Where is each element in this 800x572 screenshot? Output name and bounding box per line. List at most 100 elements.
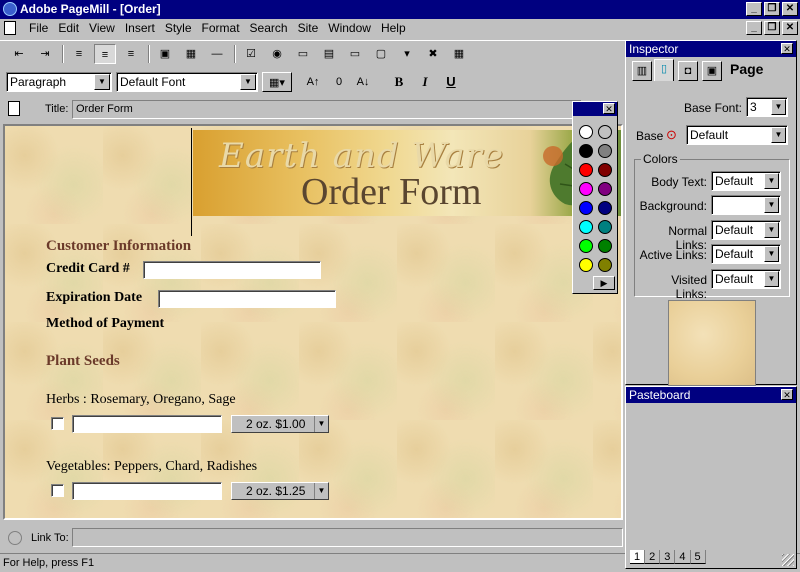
menu-view[interactable]: View xyxy=(84,19,120,38)
menu-edit[interactable]: Edit xyxy=(53,19,84,38)
chevron-down-icon[interactable]: ▼ xyxy=(240,74,256,90)
chevron-down-icon[interactable]: ▼ xyxy=(764,173,779,189)
horizontal-rule-icon[interactable]: — xyxy=(206,44,228,64)
indent-left-icon[interactable]: ⇤ xyxy=(8,44,30,64)
color-swatch[interactable] xyxy=(579,125,593,139)
increase-font-size-icon[interactable]: A↑ xyxy=(302,72,324,92)
document-icon[interactable] xyxy=(4,21,16,35)
palette-close-button[interactable]: ✕ xyxy=(603,103,615,114)
pasteboard-tab-2[interactable]: 2 xyxy=(645,550,661,564)
pasteboard-tab-1[interactable]: 1 xyxy=(630,550,646,564)
color-swatch[interactable] xyxy=(598,182,612,196)
color-swatch[interactable] xyxy=(579,239,593,253)
color-swatch[interactable] xyxy=(579,182,593,196)
pasteboard-tab-5[interactable]: 5 xyxy=(690,550,706,564)
align-center-icon[interactable]: ≡ xyxy=(94,44,116,64)
paragraph-style-select[interactable]: Paragraph ▼ xyxy=(6,72,112,92)
menu-file[interactable]: File xyxy=(24,19,53,38)
color-swatch[interactable] xyxy=(579,163,593,177)
color-swatch[interactable] xyxy=(579,144,593,158)
base-font-select[interactable]: 3 ▼ xyxy=(746,97,788,117)
pasteboard-titlebar[interactable]: Pasteboard ✕ xyxy=(626,387,796,403)
color-swatch[interactable] xyxy=(598,201,612,215)
color-swatch[interactable] xyxy=(579,258,593,272)
menu-search[interactable]: Search xyxy=(245,19,293,38)
tab-object-icon[interactable]: ◘ xyxy=(678,61,698,81)
checkbox-field-icon[interactable]: ☑ xyxy=(240,44,262,64)
color-swatch[interactable] xyxy=(598,125,612,139)
indent-right-icon[interactable]: ⇥ xyxy=(34,44,56,64)
background-color-select[interactable]: ▼ xyxy=(711,195,781,215)
vegetables-checkbox[interactable] xyxy=(51,484,64,497)
base-select[interactable]: Default ▼ xyxy=(686,125,788,145)
font-size-default-icon[interactable]: 0 xyxy=(328,72,350,92)
chevron-down-icon[interactable]: ▼ xyxy=(771,99,786,115)
text-color-icon[interactable]: ▦▾ xyxy=(262,72,292,92)
herbs-size-select[interactable]: 2 oz. $1.00 ▼ xyxy=(231,415,329,433)
chevron-down-icon[interactable]: ▼ xyxy=(764,222,779,238)
chevron-down-icon[interactable]: ▼ xyxy=(764,271,779,287)
pasteboard-close-button[interactable]: ✕ xyxy=(781,389,793,400)
tab-frame-icon[interactable]: ▥ xyxy=(632,61,652,81)
insert-image-icon[interactable]: ▣ xyxy=(154,44,176,64)
pasteboard-tab-4[interactable]: 4 xyxy=(675,550,691,564)
chevron-down-icon[interactable]: ▼ xyxy=(314,416,328,432)
normal-links-color-select[interactable]: Default ▼ xyxy=(711,220,781,240)
document-canvas[interactable]: Earth and Ware Order Form Customer Infor… xyxy=(3,124,623,520)
radio-button-icon[interactable]: ◉ xyxy=(266,44,288,64)
tab-page-icon[interactable]: ▯ xyxy=(654,59,674,81)
inspector-close-button[interactable]: ✕ xyxy=(781,43,793,54)
color-swatch[interactable] xyxy=(598,220,612,234)
link-to-field[interactable] xyxy=(72,528,623,547)
inspector-titlebar[interactable]: Inspector ✕ xyxy=(626,41,796,57)
background-image-preview[interactable] xyxy=(668,300,756,386)
credit-card-field[interactable] xyxy=(143,261,321,279)
menu-insert[interactable]: Insert xyxy=(120,19,160,38)
palette-titlebar[interactable]: ✕ xyxy=(573,102,617,116)
pasteboard-tab-3[interactable]: 3 xyxy=(660,550,676,564)
pagemill-app-icon[interactable] xyxy=(3,2,17,16)
palette-expand-arrow-icon[interactable]: ▶ xyxy=(593,276,615,290)
base-target-icon[interactable]: ⊙ xyxy=(666,127,677,143)
doc-close-button[interactable]: ✕ xyxy=(782,21,798,35)
chevron-down-icon[interactable]: ▼ xyxy=(771,127,786,143)
color-swatch[interactable] xyxy=(598,144,612,158)
insert-table-icon[interactable]: ▦ xyxy=(180,44,202,64)
submit-button-icon[interactable]: ▢ xyxy=(370,44,392,64)
expiration-date-field[interactable] xyxy=(158,290,336,308)
doc-restore-button[interactable]: ❐ xyxy=(764,21,780,35)
text-area-icon[interactable]: ▤ xyxy=(318,44,340,64)
tab-form-icon[interactable]: ▣ xyxy=(702,61,722,81)
text-field-icon[interactable]: ▭ xyxy=(292,44,314,64)
menu-help[interactable]: Help xyxy=(376,19,411,38)
chevron-down-icon[interactable]: ▼ xyxy=(94,74,110,90)
color-swatch[interactable] xyxy=(598,163,612,177)
align-right-icon[interactable]: ≡ xyxy=(120,44,142,64)
reset-button-icon[interactable]: ✖ xyxy=(422,44,444,64)
italic-button[interactable]: I xyxy=(414,72,436,92)
form-icon[interactable]: ▦ xyxy=(448,44,470,64)
color-swatch[interactable] xyxy=(579,201,593,215)
color-swatch[interactable] xyxy=(598,258,612,272)
minimize-button[interactable]: _ xyxy=(746,2,762,16)
color-swatch[interactable] xyxy=(579,220,593,234)
doc-minimize-button[interactable]: _ xyxy=(746,21,762,35)
close-button[interactable]: ✕ xyxy=(782,2,798,16)
active-links-color-select[interactable]: Default ▼ xyxy=(711,244,781,264)
herbs-checkbox[interactable] xyxy=(51,417,64,430)
color-swatch[interactable] xyxy=(598,239,612,253)
popup-menu-icon[interactable]: ▾ xyxy=(396,44,418,64)
menu-window[interactable]: Window xyxy=(323,19,376,38)
decrease-font-size-icon[interactable]: A↓ xyxy=(352,72,374,92)
visited-links-color-select[interactable]: Default ▼ xyxy=(711,269,781,289)
resize-grip-icon[interactable] xyxy=(782,554,794,566)
menu-format[interactable]: Format xyxy=(197,19,245,38)
menu-site[interactable]: Site xyxy=(293,19,324,38)
bold-button[interactable]: B xyxy=(388,72,410,92)
menu-style[interactable]: Style xyxy=(160,19,197,38)
page-title-field[interactable]: Order Form xyxy=(72,100,582,119)
chevron-down-icon[interactable]: ▼ xyxy=(314,483,328,499)
vegetables-size-select[interactable]: 2 oz. $1.25 ▼ xyxy=(231,482,329,500)
herbs-quantity-field[interactable] xyxy=(72,415,222,433)
body-text-color-select[interactable]: Default ▼ xyxy=(711,171,781,191)
